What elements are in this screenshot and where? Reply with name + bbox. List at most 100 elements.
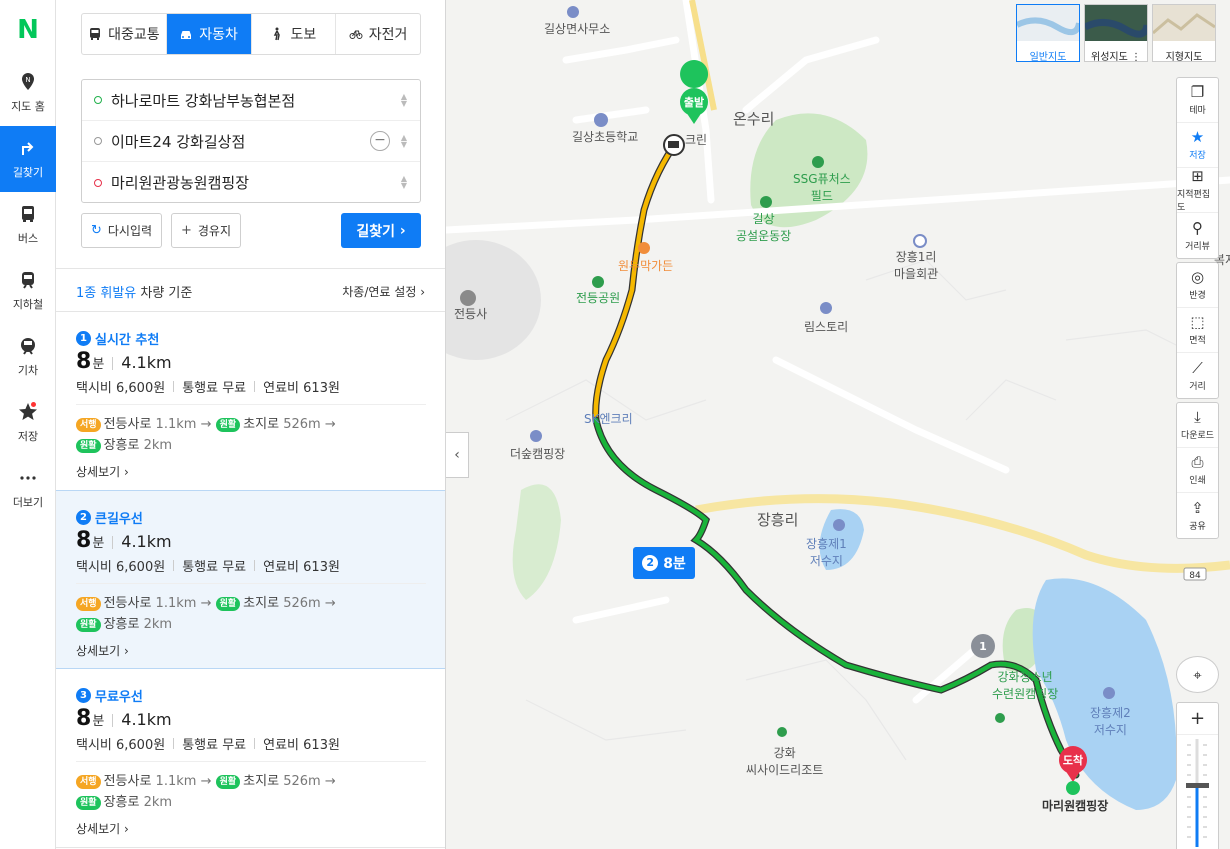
add-waypoint-button[interactable]: + 경유지 — [171, 213, 241, 248]
destination-label[interactable]: 마리원캠핑장 — [1042, 797, 1108, 814]
poi-label[interactable]: 강화 씨사이드리조트 — [746, 744, 823, 778]
end-value: 마리원관광농원캠핑장 — [111, 174, 250, 192]
rail-train[interactable]: 기차 — [0, 324, 56, 390]
save-button[interactable]: ★ 저장 — [1177, 123, 1218, 168]
detail-link[interactable]: 상세보기 › — [76, 642, 426, 659]
route-number: 2 — [76, 509, 91, 525]
poi-label[interactable]: 더숲캠핑장 — [510, 445, 565, 462]
rail-directions[interactable]: 길찾기 — [0, 126, 56, 192]
leg-road: 장흥로 — [103, 438, 140, 453]
share-button[interactable]: ⇪ 공유 — [1177, 493, 1218, 538]
tab-transit[interactable]: 대중교통 — [82, 14, 167, 54]
transport-mode-tabs: 대중교통 자동차 도보 자전거 — [81, 13, 421, 55]
detail-link[interactable]: 상세보기 › — [76, 820, 426, 837]
poi-label[interactable]: 장흥제1 저수지 — [806, 535, 847, 569]
rail-saved[interactable]: 저장 — [0, 390, 56, 456]
remove-waypoint-icon[interactable]: − — [370, 131, 390, 151]
maptype-label: 일반지도 — [1029, 52, 1067, 63]
print-button[interactable]: ⎙ 인쇄 — [1177, 448, 1218, 493]
fuel-cost: 연료비 613원 — [263, 737, 340, 753]
download-button[interactable]: ⤓ 다운로드 — [1177, 403, 1218, 448]
maptype-normal[interactable]: 일반지도 — [1015, 4, 1082, 63]
route-legs: 서행 전등사로 1.1km → 원활 초지로 526m → 원활 장흥로 2km — [76, 404, 426, 456]
fuel-cost: 연료비 613원 — [263, 559, 340, 575]
poi-label[interactable]: SSG퓨처스 필드 — [793, 170, 851, 204]
end-marker[interactable]: 도착 — [1063, 753, 1083, 767]
poi-label[interactable]: 림스토리 — [804, 318, 848, 335]
traffic-slow-badge: 서행 — [76, 597, 101, 611]
poi-label[interactable]: 길상 공설운동장 — [736, 210, 791, 244]
route-title: 1 실시간 추천 — [76, 330, 426, 348]
poi-label[interactable]: 길상면사무소 — [544, 20, 610, 37]
reset-button[interactable]: ↻ 다시입력 — [81, 213, 162, 248]
naver-logo[interactable]: N — [0, 0, 56, 60]
cadastral-button[interactable]: ⊞ 지적편집도 — [1177, 168, 1218, 213]
fuel-type[interactable]: 1종 휘발유 — [76, 286, 136, 301]
route-minutes-unit: 분 — [92, 714, 105, 729]
poi-label[interactable]: 크린 — [685, 131, 707, 148]
waypoint-field[interactable]: 이마트24 강화길상점 − ▲ ▼ — [82, 121, 420, 162]
distance-button[interactable]: ⟋ 거리 — [1177, 353, 1218, 398]
poi-label[interactable]: 장흥제2 저수지 — [1090, 704, 1131, 738]
tab-bike[interactable]: 자전거 — [336, 14, 420, 54]
poi-label[interactable]: SK엔크리 — [584, 410, 633, 427]
traffic-slow-badge: 서행 — [76, 775, 101, 789]
traffic-smooth-badge: 원활 — [215, 775, 241, 789]
drag-handle-icon[interactable]: ▲ ▼ — [400, 175, 408, 190]
tool-label: 거리뷰 — [1185, 241, 1210, 252]
streetview-button[interactable]: ⚲ 거리뷰 — [1177, 213, 1218, 258]
traffic-smooth-badge: 원활 — [76, 796, 101, 810]
my-location-button[interactable]: ⌖ — [1176, 656, 1219, 693]
detail-link[interactable]: 상세보기 › — [76, 463, 426, 480]
drag-handle-icon[interactable]: ▲ ▼ — [400, 134, 408, 149]
leg-distance: 1.1km — [155, 417, 197, 432]
car-icon — [181, 31, 192, 39]
route-distance: 4.1km — [121, 353, 172, 372]
add-waypoint-label: 경유지 — [197, 224, 232, 238]
tab-car[interactable]: 자동차 — [166, 14, 252, 54]
poi-label[interactable]: 강화청소년 수련원캠핑장 — [992, 668, 1058, 702]
ruler-icon: ⟋ — [1192, 358, 1203, 377]
maptype-label: 위성지도 — [1091, 52, 1128, 63]
rail-label: 기차 — [17, 364, 39, 377]
rail-more[interactable]: 더보기 — [0, 456, 56, 522]
area-label: 장흥리 — [757, 511, 799, 529]
theme-button[interactable]: ❐ 테마 — [1177, 78, 1218, 123]
traffic-slow-badge: 서행 — [76, 418, 101, 432]
waypoint-marker[interactable]: 1 — [979, 640, 987, 653]
zoom-slider[interactable] — [1177, 735, 1218, 847]
route-legs: 서행 전등사로 1.1km → 원활 초지로 526m → 원활 장흥로 2km — [76, 761, 426, 813]
leg-distance: 1.1km — [155, 774, 197, 789]
rail-map-home[interactable]: N 지도 홈 — [0, 60, 56, 126]
route-time-badge[interactable]: 2 8분 — [633, 547, 695, 579]
traffic-smooth-badge: 원활 — [76, 439, 101, 453]
drag-handle-icon[interactable]: ▲ ▼ — [400, 93, 408, 108]
radius-button[interactable]: ◎ 반경 — [1177, 263, 1218, 308]
maptype-satellite[interactable]: 위성지도 ⋮ — [1083, 4, 1151, 63]
poi-label[interactable]: 전등사 — [454, 305, 487, 322]
start-marker[interactable]: 출발 — [684, 95, 704, 109]
tab-walk[interactable]: 도보 — [252, 14, 337, 54]
start-field[interactable]: 하나로마트 강화남부농협본점 ▲ ▼ — [82, 80, 420, 121]
route-inputs: 하나로마트 강화남부농협본점 ▲ ▼ 이마트24 강화길상점 − ▲ ▼ 마리원관광… — [81, 79, 421, 203]
route-card-1[interactable]: 1 실시간 추천 8 분 4.1km 택시비 6,600원 통행료 무료 연료비 613원… — [56, 312, 445, 491]
end-field[interactable]: 마리원관광농원캠핑장 ▲ ▼ — [82, 162, 420, 203]
leg-road: 초지로 — [243, 596, 280, 611]
rail-bus[interactable]: 버스 — [0, 192, 56, 258]
poi-label[interactable]: 전등공원 — [576, 289, 620, 306]
fuel-setting-link[interactable]: 차종/연료 설정 › — [342, 283, 425, 300]
area-button[interactable]: ⬚ 면적 — [1177, 308, 1218, 353]
leg-distance: 1.1km — [155, 596, 197, 611]
poi-label[interactable]: 길상초등학교 — [572, 128, 638, 145]
route-card-3[interactable]: 3 무료우선 8 분 4.1km 택시비 6,600원 통행료 무료 연료비 613원 서… — [56, 669, 445, 848]
poi-label[interactable]: 원두막가든 — [618, 257, 673, 274]
collapse-panel-button[interactable]: ‹ — [446, 432, 469, 478]
map-canvas[interactable]: 84 출발 도착 1 길상면사무소 길상초등학교 온수리 SSG퓨처스 필드 길… — [446, 0, 1230, 849]
maptype-terrain[interactable]: 지형지도 — [1152, 4, 1216, 63]
rail-subway[interactable]: 지하철 — [0, 258, 56, 324]
find-route-button[interactable]: 길찾기 › — [341, 213, 421, 248]
arrow-icon: → — [324, 596, 336, 611]
poi-label[interactable]: 장흥1리 마을회관 — [894, 248, 938, 282]
zoom-in-button[interactable]: + — [1177, 703, 1218, 735]
route-card-2[interactable]: 2 큰길우선 8 분 4.1km 택시비 6,600원 통행료 무료 연료비 613원 서… — [56, 490, 445, 669]
